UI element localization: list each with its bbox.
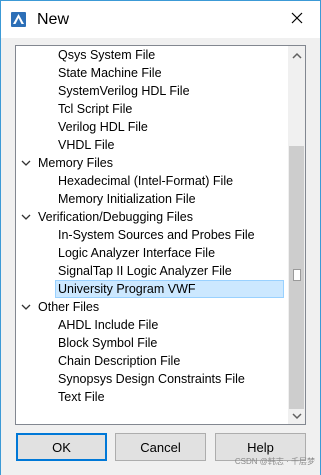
close-icon: [291, 11, 303, 29]
tree-item-label: Verification/Debugging Files: [38, 210, 193, 224]
tree-item-label: Verilog HDL File: [58, 120, 148, 134]
tree-item-label: State Machine File: [58, 66, 162, 80]
tree-item-label: University Program VWF: [55, 280, 284, 298]
tree-item[interactable]: AHDL Include File: [58, 316, 158, 334]
watermark: CSDN @韩志 · 千层梦: [234, 457, 315, 466]
app-icon: [10, 11, 27, 28]
tree-item[interactable]: State Machine File: [58, 64, 162, 82]
tree-group[interactable]: Memory Files: [21, 154, 114, 172]
tree-item-label: Tcl Script File: [58, 102, 133, 116]
chevron-down-icon: [291, 407, 302, 425]
cancel-button[interactable]: Cancel: [115, 433, 206, 461]
tree-item[interactable]: University Program VWF: [55, 280, 284, 298]
tree-item[interactable]: Chain Description File: [58, 352, 180, 370]
chevron-down-icon[interactable]: [20, 154, 32, 172]
tree-item[interactable]: Verilog HDL File: [58, 118, 148, 136]
tree-item[interactable]: SignalTap II Logic Analyzer File: [58, 262, 232, 280]
tree-item-label: SystemVerilog HDL File: [58, 84, 190, 98]
tree-item[interactable]: Hexadecimal (Intel-Format) File: [58, 172, 233, 190]
tree-item-label: Memory Files: [38, 156, 114, 170]
tree-item[interactable]: Memory Initialization File: [58, 190, 196, 208]
tree-item-label: Text File: [58, 390, 105, 404]
ok-button[interactable]: OK: [16, 433, 107, 461]
title-bar: New: [0, 0, 321, 38]
tree-item-label: Synopsys Design Constraints File: [58, 372, 245, 386]
scroll-thumb-grip: [293, 269, 301, 281]
tree-item[interactable]: SystemVerilog HDL File: [58, 82, 190, 100]
tree-item-label: Logic Analyzer Interface File: [58, 246, 216, 260]
tree-item-label: Block Symbol File: [58, 336, 158, 350]
tree-item-label: Hexadecimal (Intel-Format) File: [58, 174, 234, 188]
tree-item[interactable]: Text File: [58, 388, 105, 406]
scroll-thumb[interactable]: [289, 146, 304, 409]
tree-item[interactable]: Tcl Script File: [58, 100, 132, 118]
scroll-up-button[interactable]: [288, 46, 305, 63]
tree-item-label: SignalTap II Logic Analyzer File: [58, 264, 232, 278]
tree-group[interactable]: Verification/Debugging Files: [21, 208, 193, 226]
tree-item-label: Other Files: [38, 300, 100, 314]
tree-item[interactable]: Qsys System File: [58, 46, 155, 64]
vertical-scrollbar[interactable]: [288, 46, 305, 424]
file-type-tree[interactable]: Qsys System File State Machine File System…: [15, 45, 306, 425]
tree-item-label: Qsys System File: [58, 48, 156, 62]
tree-item-label: AHDL Include File: [58, 318, 159, 332]
chevron-down-icon[interactable]: [20, 208, 32, 226]
tree-item-label: In-System Sources and Probes File: [58, 228, 255, 242]
scroll-down-button[interactable]: [288, 407, 305, 424]
tree-item-label: Chain Description File: [58, 354, 181, 368]
close-button[interactable]: [274, 1, 320, 38]
tree-item[interactable]: VHDL File: [58, 136, 115, 154]
chevron-down-icon[interactable]: [20, 298, 32, 316]
tree-item-label: VHDL File: [58, 138, 115, 152]
window-title: New: [37, 11, 70, 28]
tree-item-label: Memory Initialization File: [58, 192, 196, 206]
chevron-up-icon: [291, 46, 302, 64]
tree-item[interactable]: In-System Sources and Probes File: [58, 226, 255, 244]
tree-group[interactable]: Other Files: [21, 298, 100, 316]
tree-item[interactable]: Block Symbol File: [58, 334, 157, 352]
tree-item[interactable]: Synopsys Design Constraints File: [58, 370, 245, 388]
tree-item[interactable]: Logic Analyzer Interface File: [58, 244, 215, 262]
